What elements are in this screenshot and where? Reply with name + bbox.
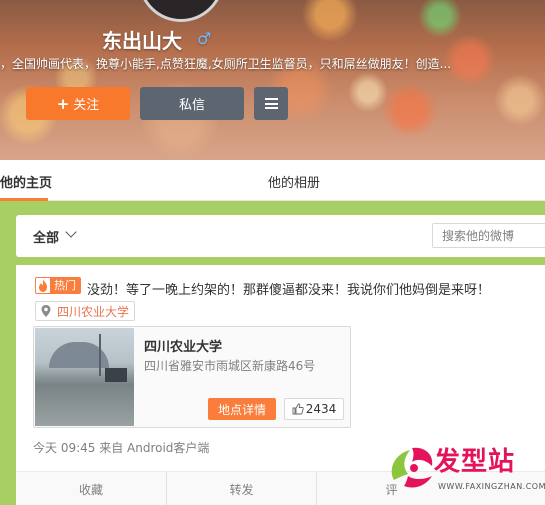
location-thumbnail[interactable] bbox=[35, 328, 134, 426]
post-meta: 今天 09:45 来自 Android客户端 bbox=[33, 441, 210, 455]
post-content: 热门 没劲！等了一晚上约架的！那群傻逼都没来！我说你们他妈倒是来呀！ bbox=[35, 277, 490, 298]
watermark-text: 发型站 bbox=[434, 447, 516, 477]
follow-button[interactable]: + 关注 bbox=[26, 87, 130, 120]
location-like-count: 2434 bbox=[305, 402, 337, 416]
profile-header: 东出山大 ♂ ，全国帅画代表，挽尊小能手,点赞狂魔,女厕所卫生监督员，只和屌丝做… bbox=[0, 0, 545, 160]
male-gender-icon: ♂ bbox=[197, 29, 212, 48]
filter-all-dropdown[interactable]: 全部 bbox=[33, 227, 59, 246]
hot-badge-label: 热门 bbox=[50, 278, 80, 293]
search-weibo-input[interactable] bbox=[432, 223, 545, 248]
follow-label: 关注 bbox=[73, 98, 100, 113]
hot-badge[interactable]: 热门 bbox=[35, 277, 81, 294]
flame-icon bbox=[39, 279, 47, 292]
favorite-button[interactable]: 收藏 bbox=[16, 472, 166, 505]
site-watermark: 发型站 WWW.FAXINGZHAN.COM bbox=[384, 440, 545, 496]
plus-icon: + bbox=[56, 94, 70, 113]
more-menu-button[interactable] bbox=[254, 87, 288, 120]
message-label: 私信 bbox=[178, 98, 205, 113]
message-button[interactable]: 私信 bbox=[140, 87, 244, 120]
tab-home[interactable]: 他的主页 bbox=[0, 172, 52, 191]
profile-username: 东出山大 bbox=[102, 29, 182, 53]
location-tag-label: 四川农业大学 bbox=[57, 304, 130, 319]
profile-bio: ，全国帅画代表，挽尊小能手,点赞狂魔,女厕所卫生监督员，只和屌丝做朋友！创造..… bbox=[0, 57, 452, 71]
profile-tab-bar: 他的主页 他的相册 bbox=[0, 160, 545, 201]
location-name: 四川农业大学 bbox=[144, 340, 223, 355]
active-tab-indicator bbox=[0, 198, 48, 201]
location-card[interactable]: 四川农业大学 四川省雅安市雨城区新康路46号 地点详情 2434 bbox=[33, 326, 351, 428]
forward-button[interactable]: 转发 bbox=[166, 472, 316, 505]
location-address: 四川省雅安市雨城区新康路46号 bbox=[144, 359, 316, 373]
location-pin-icon bbox=[41, 305, 51, 317]
watermark-url: WWW.FAXINGZHAN.COM bbox=[438, 482, 545, 491]
post-text: 没劲！等了一晚上约架的！那群傻逼都没来！我说你们他妈倒是来呀！ bbox=[87, 283, 491, 298]
chevron-down-icon[interactable] bbox=[65, 226, 77, 238]
feed-filter-bar: 全部 bbox=[16, 215, 545, 257]
hamburger-menu-icon bbox=[264, 98, 278, 109]
avatar[interactable] bbox=[138, 0, 224, 22]
watermark-logo-icon bbox=[391, 447, 433, 488]
location-tag[interactable]: 四川农业大学 bbox=[35, 301, 136, 321]
location-like-button[interactable]: 2434 bbox=[284, 398, 344, 420]
tab-album[interactable]: 他的相册 bbox=[268, 172, 320, 191]
thumbs-up-icon bbox=[292, 403, 304, 415]
location-detail-button[interactable]: 地点详情 bbox=[208, 398, 276, 420]
